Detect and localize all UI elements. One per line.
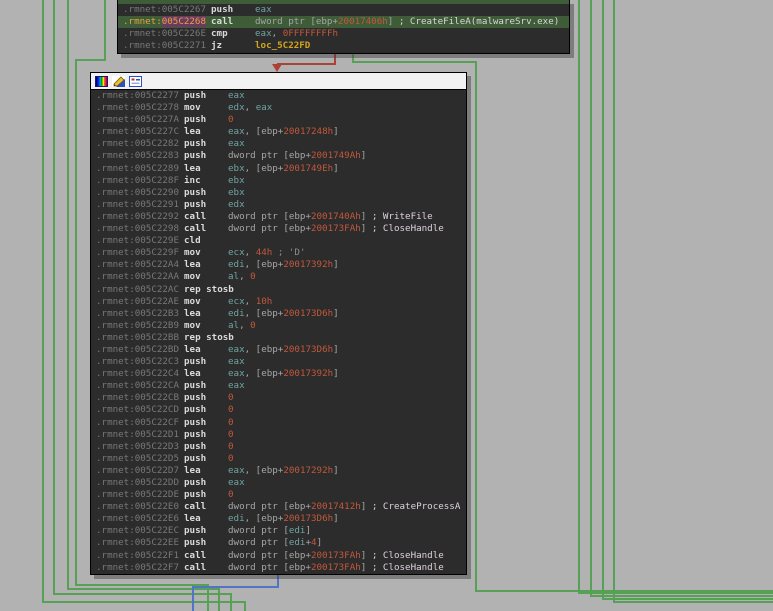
control-flow-edge [590, 595, 773, 597]
control-flow-edge [352, 61, 477, 63]
node-frame-icon[interactable] [129, 75, 142, 87]
asm-line[interactable]: .rmnet:005C22EC push dword ptr [edi] [91, 525, 466, 537]
asm-line[interactable]: .rmnet:005C22D5 push 0 [91, 453, 466, 465]
asm-rows: .rmnet:005C2267 push eax .rmnet:005C2268 cal… [118, 0, 569, 52]
asm-line[interactable]: .rmnet:005C22E6 lea edi, [ebp+200173D6h] [91, 513, 466, 525]
control-flow-edge [277, 63, 336, 65]
basic-block-005C2267[interactable]: .rmnet:005C2267 push eax .rmnet:005C2268 cal… [117, 0, 570, 54]
node-titlebar [91, 73, 466, 90]
edge-arrowhead [272, 64, 282, 72]
control-flow-edge [218, 588, 220, 611]
asm-line[interactable]: .rmnet:005C2283 push dword ptr [ebp+200174… [91, 150, 466, 162]
asm-line[interactable]: .rmnet:005C22D7 lea eax, [ebp+20017292h] [91, 465, 466, 477]
asm-line[interactable]: .rmnet:005C22B9 mov al, 0 [91, 320, 466, 332]
asm-line[interactable]: .rmnet:005C227C lea eax, [ebp+20017248h] [91, 126, 466, 138]
asm-line[interactable]: .rmnet:005C22DD push eax [91, 477, 466, 489]
asm-line[interactable]: .rmnet:005C2271 jz loc_5C22FD [118, 40, 569, 52]
control-flow-edge [42, 601, 246, 603]
asm-line[interactable]: .rmnet:005C22F1 call dword ptr [ebp+200173… [91, 550, 466, 562]
asm-line[interactable]: .rmnet:005C22C3 push eax [91, 356, 466, 368]
control-flow-edge [578, 0, 580, 594]
asm-line[interactable]: .rmnet:005C22AE mov ecx, 10h [91, 296, 466, 308]
asm-line[interactable]: .rmnet:005C22B3 lea edi, [ebp+200173D6h] [91, 308, 466, 320]
asm-line[interactable]: .rmnet:005C22D3 push 0 [91, 441, 466, 453]
control-flow-edge [75, 59, 77, 586]
asm-line[interactable]: .rmnet:005C22AA mov al, 0 [91, 271, 466, 283]
asm-line[interactable]: .rmnet:005C2277 push eax [91, 90, 466, 102]
asm-line[interactable]: .rmnet:005C2291 push edx [91, 199, 466, 211]
control-flow-edge [578, 592, 773, 594]
node-color-palette-icon[interactable] [95, 75, 108, 87]
control-flow-edge [192, 586, 279, 588]
node-edit-color-icon[interactable] [112, 75, 125, 87]
control-flow-edge [475, 61, 477, 592]
asm-line[interactable]: .rmnet:005C2289 lea ebx, [ebp+2001749Eh] [91, 163, 466, 175]
control-flow-edge [613, 0, 615, 603]
asm-line[interactable]: .rmnet:005C226E cmp eax, 0FFFFFFFFh [118, 28, 569, 40]
control-flow-edge [53, 593, 232, 595]
asm-line[interactable]: .rmnet:005C22CA push eax [91, 380, 466, 392]
asm-line[interactable]: .rmnet:005C22C4 lea eax, [ebp+20017392h] [91, 368, 466, 380]
control-flow-edge [53, 0, 55, 595]
asm-line[interactable]: .rmnet:005C22AC rep stosb [91, 284, 466, 296]
asm-line[interactable]: .rmnet:005C22D1 push 0 [91, 429, 466, 441]
control-flow-edge [590, 0, 592, 597]
asm-line[interactable]: .rmnet:005C22CD push 0 [91, 404, 466, 416]
control-flow-edge [613, 601, 773, 603]
asm-line[interactable]: .rmnet:005C2268 call dword ptr [ebp+200174… [118, 16, 569, 29]
control-flow-edge [602, 0, 604, 600]
asm-line[interactable]: .rmnet:005C228F inc ebx [91, 175, 466, 187]
asm-line[interactable]: .rmnet:005C22F7 call dword ptr [ebp+200173… [91, 562, 466, 574]
asm-line[interactable]: .rmnet:005C227A push 0 [91, 114, 466, 126]
asm-line[interactable]: .rmnet:005C22BB rep stosb [91, 332, 466, 344]
control-flow-edge [75, 59, 106, 61]
asm-line[interactable]: .rmnet:005C22CB push 0 [91, 392, 466, 404]
control-flow-edge [67, 0, 69, 590]
asm-line[interactable]: .rmnet:005C229F mov ecx, 44h ; 'D' [91, 247, 466, 259]
asm-line[interactable]: .rmnet:005C22CF push 0 [91, 417, 466, 429]
control-flow-edge [104, 0, 106, 61]
asm-rows: .rmnet:005C2277 push eax .rmnet:005C2278 mov… [91, 90, 466, 574]
asm-line[interactable]: .rmnet:005C2282 push eax [91, 138, 466, 150]
asm-line[interactable]: .rmnet:005C22A4 lea edi, [ebp+20017392h] [91, 259, 466, 271]
asm-line[interactable]: .rmnet:005C22EE push dword ptr [edi+4] [91, 537, 466, 549]
asm-line[interactable]: .rmnet:005C2292 call dword ptr [ebp+200174… [91, 211, 466, 223]
asm-line[interactable]: .rmnet:005C2278 mov edx, eax [91, 102, 466, 114]
control-flow-edge [42, 0, 44, 603]
basic-block-005C2277[interactable]: .rmnet:005C2277 push eax .rmnet:005C2278 mov… [90, 72, 467, 575]
asm-line[interactable]: .rmnet:005C229E cld [91, 235, 466, 247]
asm-line[interactable]: .rmnet:005C2290 push ebx [91, 187, 466, 199]
control-flow-edge [192, 586, 194, 611]
asm-line[interactable]: .rmnet:005C22E0 call dword ptr [ebp+200174… [91, 501, 466, 513]
asm-line[interactable]: .rmnet:005C22BD lea eax, [ebp+200173D6h] [91, 344, 466, 356]
asm-line[interactable]: .rmnet:005C2267 push eax [118, 4, 569, 16]
asm-line[interactable]: .rmnet:005C22DE push 0 [91, 489, 466, 501]
control-flow-edge [75, 584, 209, 586]
control-flow-edge [602, 598, 773, 600]
graph-canvas[interactable]: .rmnet:005C2267 push eax .rmnet:005C2268 cal… [0, 0, 773, 611]
asm-line[interactable]: .rmnet:005C2298 call dword ptr [ebp+200173… [91, 223, 466, 235]
control-flow-edge [67, 588, 220, 590]
